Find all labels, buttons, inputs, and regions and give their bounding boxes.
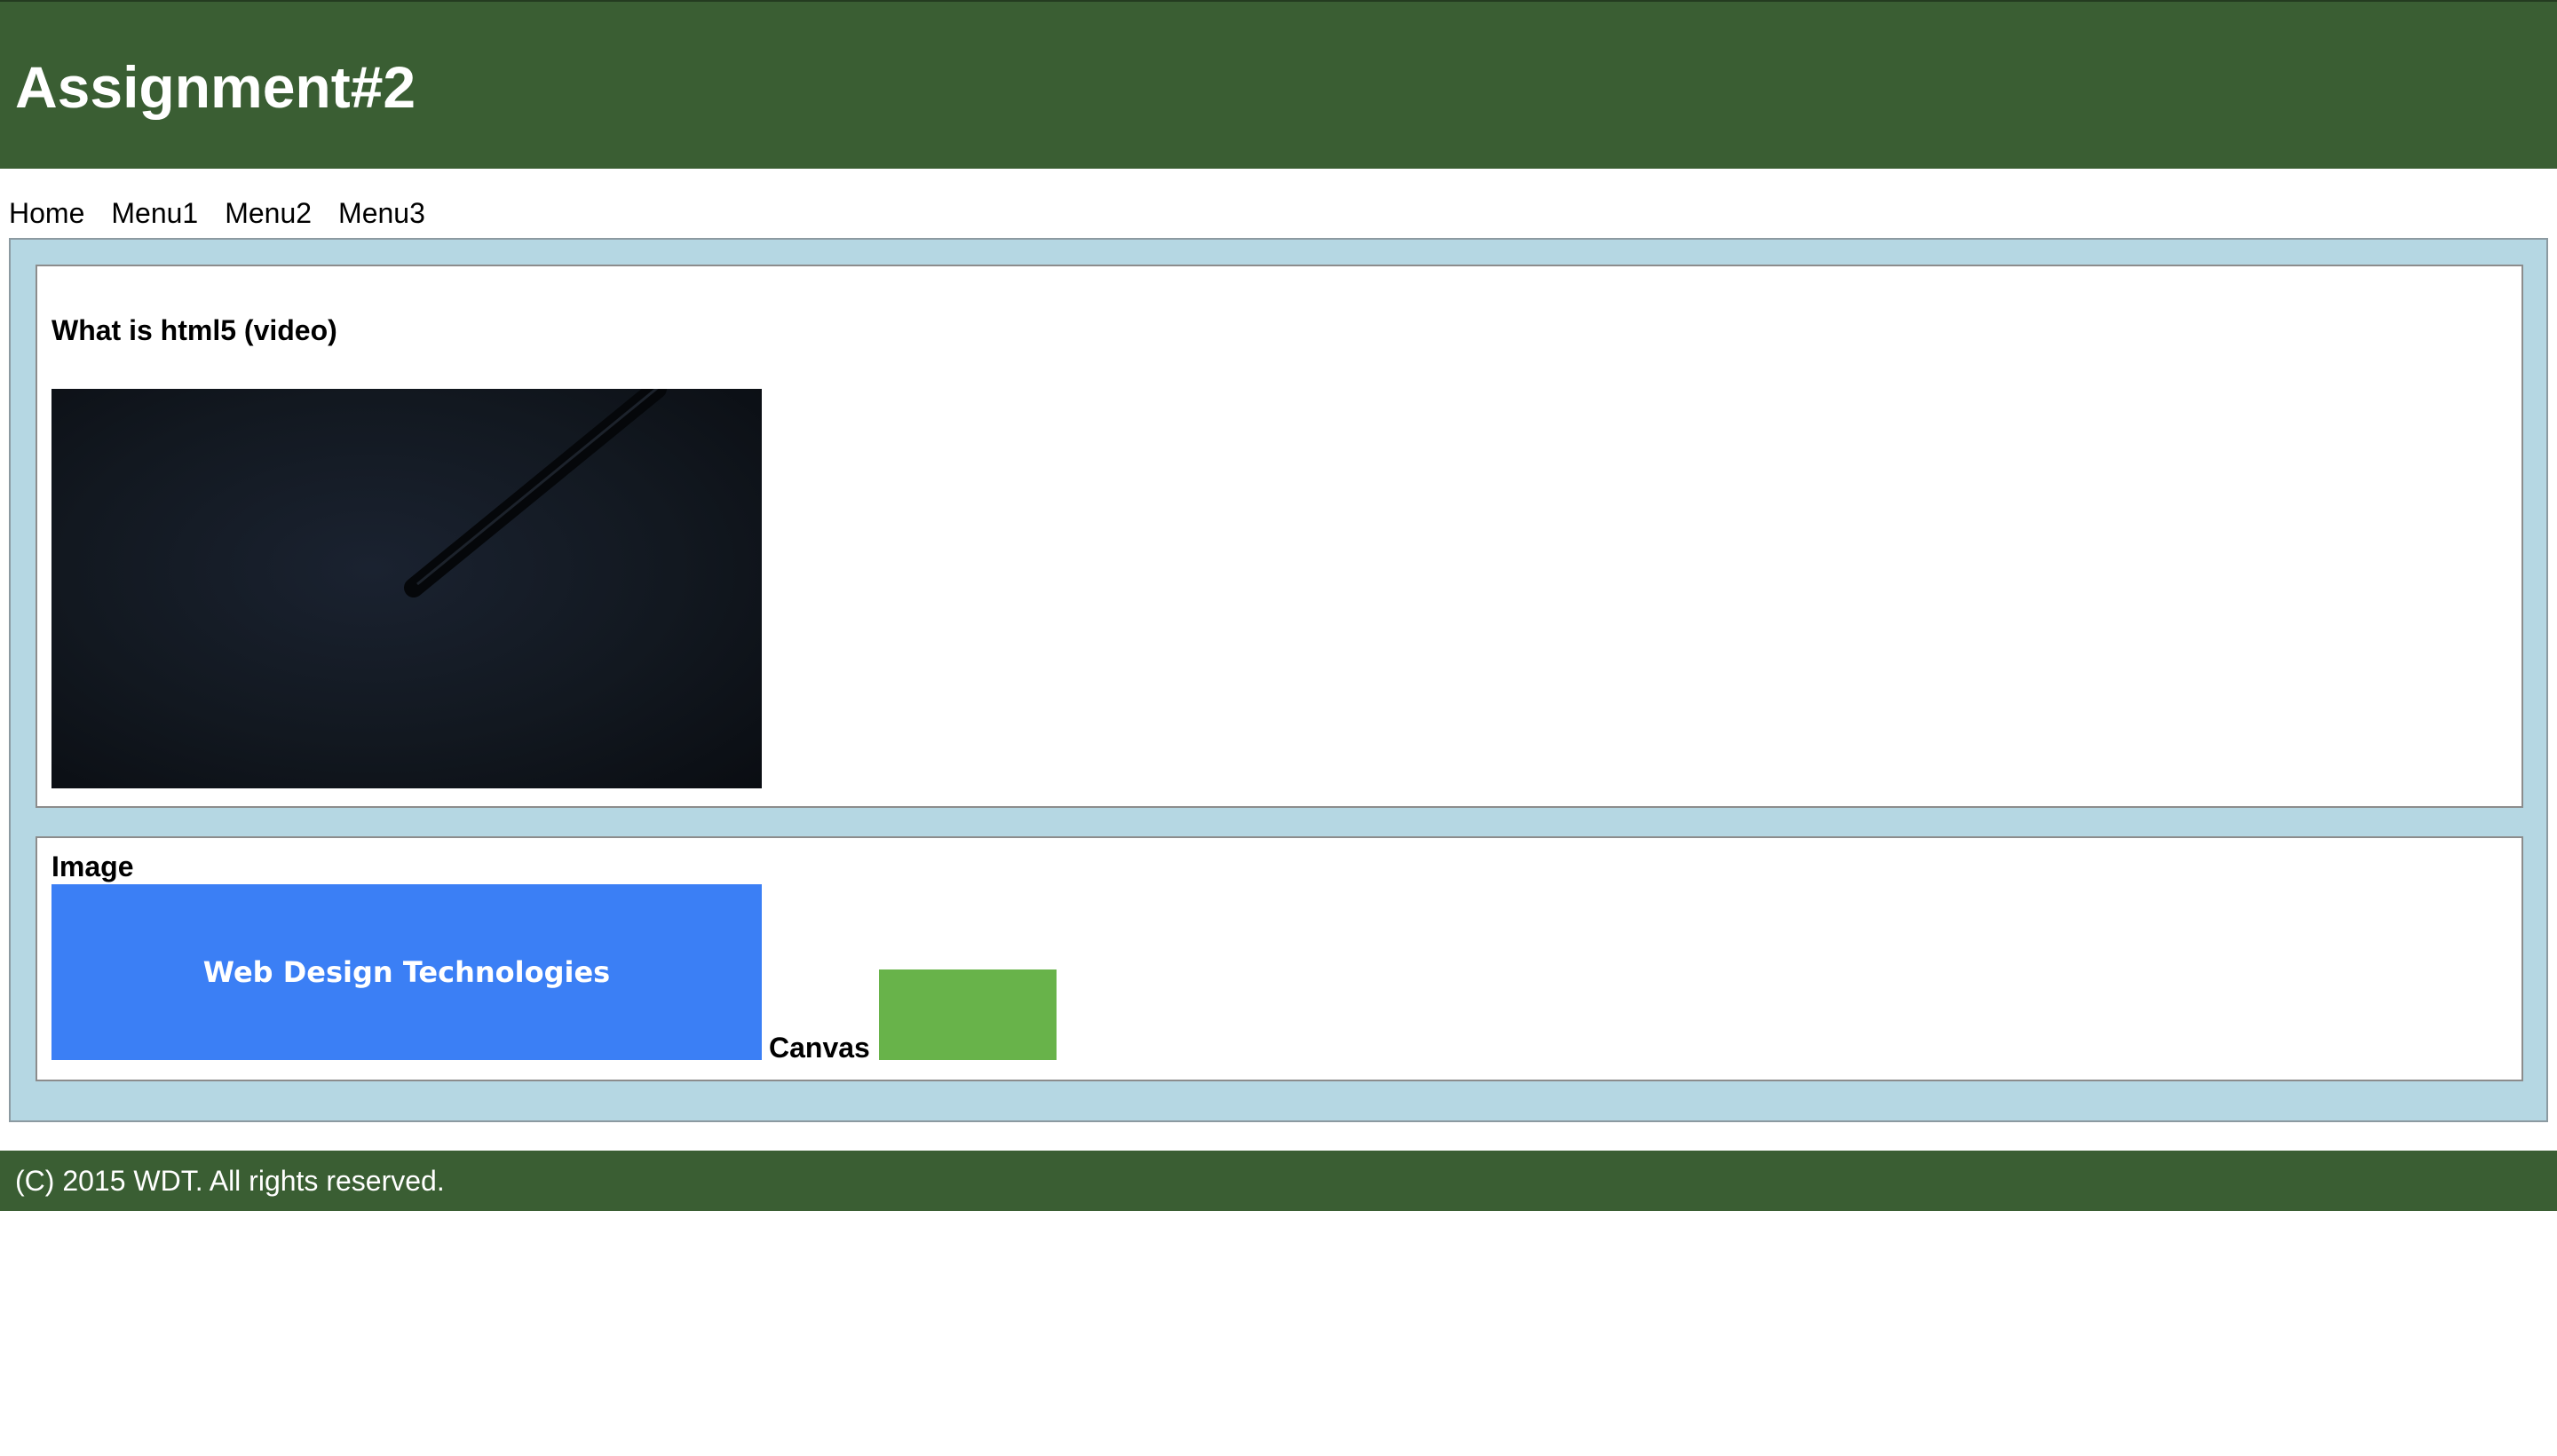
video-section: What is html5 (video) [36,265,2523,808]
nav-item-menu1[interactable]: Menu1 [111,190,198,236]
canvas-green-rectangle [879,969,1057,1060]
web-design-banner-image: Web Design Technologies [51,884,762,1060]
main-content: What is html5 (video) Image Web Design T… [9,238,2548,1122]
site-header: Assignment#2 [0,0,2557,169]
copyright-text: (C) 2015 WDT. All rights reserved. [15,1165,445,1197]
site-title: Assignment#2 [15,54,416,120]
canvas-label: Canvas [769,1032,870,1064]
image-heading: Image [51,851,134,882]
banner-text: Web Design Technologies [202,955,611,989]
site-footer: (C) 2015 WDT. All rights reserved. [0,1151,2557,1211]
nav-item-home[interactable]: Home [9,190,84,236]
nav-item-menu2[interactable]: Menu2 [225,190,312,236]
nav-item-menu3[interactable]: Menu3 [338,190,425,236]
main-nav: Home Menu1 Menu2 Menu3 [0,190,443,236]
media-section: Image Web Design Technologies Canvas [36,836,2523,1081]
video-frame-graphic [404,389,667,597]
video-heading: What is html5 (video) [51,314,337,346]
video-player[interactable] [51,389,762,788]
